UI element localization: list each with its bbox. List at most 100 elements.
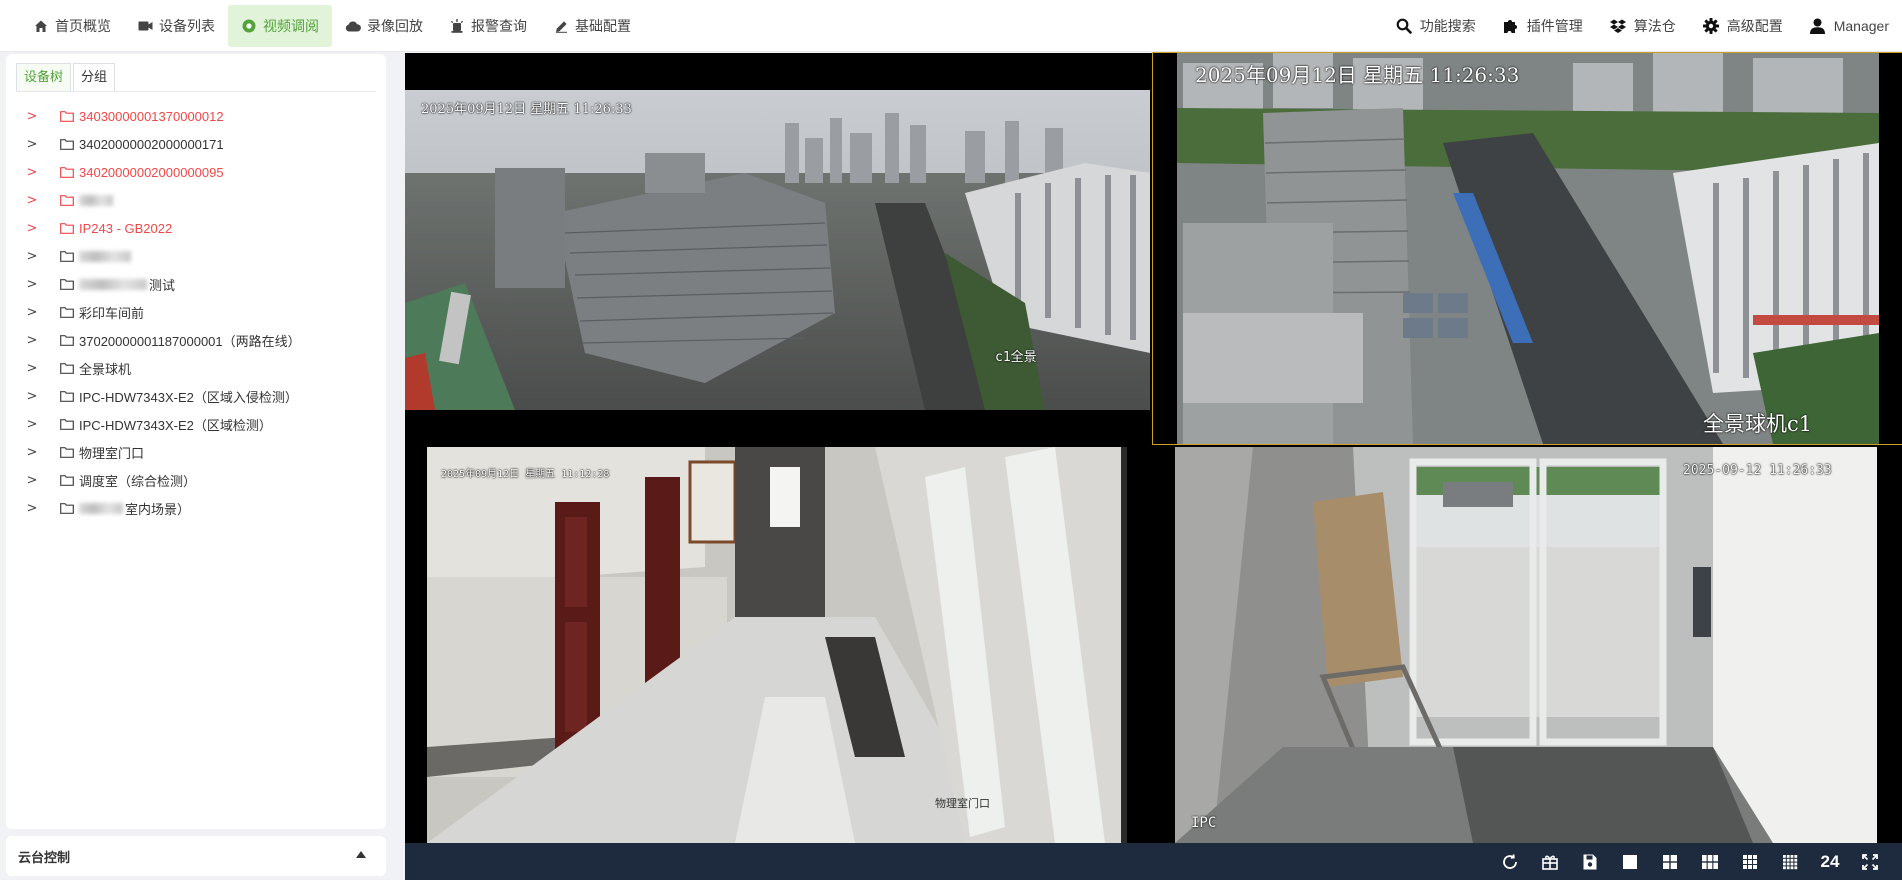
layout-1-button[interactable] <box>1610 843 1650 880</box>
chevron-right-icon[interactable]: > <box>24 473 40 488</box>
nav-algorithm-store[interactable]: 算法仓 <box>1596 5 1689 47</box>
chevron-right-icon[interactable]: > <box>24 249 40 264</box>
chevron-right-icon[interactable]: > <box>24 109 40 124</box>
tree-node[interactable]: > 测试 <box>14 270 378 298</box>
nav-device-list[interactable]: 设备列表 <box>124 5 228 47</box>
tree-node[interactable]: >34030000001370000012 <box>14 102 378 130</box>
folder-icon <box>60 138 74 150</box>
nav-advanced-config-label: 高级配置 <box>1726 18 1783 34</box>
video-window-4[interactable]: 2025-09-12 11:26:33 IPC <box>1153 447 1902 843</box>
tree-node[interactable]: > 室内场景） <box>14 494 378 522</box>
window-count[interactable]: 24 <box>1810 852 1850 872</box>
tree-node[interactable]: >37020000001187000001（两路在线） <box>14 326 378 354</box>
nav-algorithm-store-label: 算法仓 <box>1633 18 1676 34</box>
tree-node[interactable]: > 全景球机 <box>14 354 378 382</box>
tree-node-label: 34020000002000000095 <box>79 164 224 180</box>
nav-video-view-label: 视频调阅 <box>263 18 319 34</box>
tab-device-tree[interactable]: 设备树 <box>16 63 72 91</box>
layout-6-icon <box>1702 854 1718 869</box>
nav-user-menu[interactable]: Manager <box>1796 5 1902 47</box>
redacted-text <box>79 278 147 290</box>
nav-user-label: Manager <box>1833 18 1889 34</box>
video-window-2[interactable]: 2025年09月12日 星期五 11:26:33 全景球机c1 <box>1152 52 1902 445</box>
nav-advanced-config[interactable]: 高级配置 <box>1689 5 1796 47</box>
layout-6-button[interactable] <box>1690 843 1730 880</box>
video-window-3[interactable]: 2025年09月12日 星期五 11:12:28 物理室门口 <box>405 447 1150 843</box>
osd-time-2: 2025年09月12日 星期五 11:26:33 <box>1195 63 1520 87</box>
tree-node[interactable]: > 物理室门口 <box>14 438 378 466</box>
layout-4-button[interactable] <box>1650 843 1690 880</box>
nav-plugin-manage-label: 插件管理 <box>1526 18 1583 34</box>
folder-icon <box>60 474 74 486</box>
layout-tools: 24 <box>1490 843 1890 880</box>
chevron-right-icon[interactable]: > <box>24 193 40 208</box>
nav-video-view[interactable]: 视频调阅 <box>228 5 332 47</box>
nav-device-list-label: 设备列表 <box>159 18 215 34</box>
save-icon <box>1583 854 1597 869</box>
save-button[interactable] <box>1570 843 1610 880</box>
osd-label-3: 物理室门口 <box>935 797 990 810</box>
nav-playback[interactable]: 录像回放 <box>332 5 436 47</box>
folder-icon <box>60 250 74 262</box>
gear-icon <box>1702 17 1720 35</box>
tree-node-label: 测试 <box>149 277 176 293</box>
nav-basic-config[interactable]: 基础配置 <box>540 5 644 47</box>
tree-node[interactable]: > <box>14 186 378 214</box>
tree-node[interactable]: > IPC-HDW7343X-E2（区域入侵检测） <box>14 382 378 410</box>
folder-icon <box>60 306 74 318</box>
refresh-button[interactable] <box>1490 843 1530 880</box>
nav-alarm-query[interactable]: 报警查询 <box>436 5 540 47</box>
search-icon <box>1395 17 1413 35</box>
tree-node[interactable]: >34020000002000000171 <box>14 130 378 158</box>
tree-node-label: IPC-HDW7343X-E2（区域检测） <box>79 417 272 433</box>
tree-node-label: IPC-HDW7343X-E2（区域入侵检测） <box>79 389 298 405</box>
folder-icon <box>60 222 74 234</box>
tab-group[interactable]: 分组 <box>73 63 116 91</box>
nav-feature-search-label: 功能搜索 <box>1419 18 1476 34</box>
fullscreen-icon <box>1862 853 1878 870</box>
tree-node[interactable]: > IPC-HDW7343X-E2（区域检测） <box>14 410 378 438</box>
tree-node[interactable]: > <box>14 242 378 270</box>
nav-feature-search[interactable]: 功能搜索 <box>1382 5 1489 47</box>
gift-button[interactable] <box>1530 843 1570 880</box>
tree-node[interactable]: >34020000002000000095 <box>14 158 378 186</box>
ptz-control-label: 云台控制 <box>18 849 71 865</box>
ptz-control-panel[interactable]: 云台控制 <box>6 836 386 876</box>
folder-icon <box>60 362 74 374</box>
chevron-right-icon[interactable]: > <box>24 165 40 180</box>
device-tree: >34030000001370000012 >340200000020000001… <box>14 102 378 522</box>
tree-node[interactable]: > 调度室（综合检测） <box>14 466 378 494</box>
caret-up-icon[interactable] <box>356 851 366 858</box>
main-nav: 首页概览 设备列表 视频调阅 录像回放 报警查询 基础配置 <box>20 5 644 47</box>
chevron-right-icon[interactable]: > <box>24 417 40 432</box>
tree-node[interactable]: > 彩印车间前 <box>14 298 378 326</box>
chevron-right-icon[interactable]: > <box>24 501 40 516</box>
device-panel-tabs: 设备树 分组 <box>16 60 376 92</box>
osd-time-4: 2025-09-12 11:26:33 <box>1683 463 1832 478</box>
video-window-1[interactable]: 2025年09月12日 星期五 11:26:33 c1全景 <box>405 53 1150 444</box>
layout-16-button[interactable] <box>1770 843 1810 880</box>
nav-home[interactable]: 首页概览 <box>20 5 124 47</box>
nav-alarm-query-label: 报警查询 <box>471 18 527 34</box>
nav-playback-label: 录像回放 <box>367 18 423 34</box>
chevron-right-icon[interactable]: > <box>24 333 40 348</box>
refresh-icon <box>1503 853 1517 869</box>
chevron-right-icon[interactable]: > <box>24 305 40 320</box>
tree-node-label: IP243 - GB2022 <box>79 220 173 236</box>
tree-node-label: 全景球机 <box>79 361 132 377</box>
layout-9-button[interactable] <box>1730 843 1770 880</box>
chevron-right-icon[interactable]: > <box>24 445 40 460</box>
chevron-right-icon[interactable]: > <box>24 277 40 292</box>
chevron-right-icon[interactable]: > <box>24 137 40 152</box>
chevron-right-icon[interactable]: > <box>24 361 40 376</box>
folder-icon <box>60 502 74 514</box>
chevron-right-icon[interactable]: > <box>24 221 40 236</box>
redacted-text <box>79 250 131 262</box>
folder-icon <box>60 446 74 458</box>
fullscreen-button[interactable] <box>1850 843 1890 880</box>
nav-plugin-manage[interactable]: 插件管理 <box>1489 5 1596 47</box>
tree-node[interactable]: > IP243 - GB2022 <box>14 214 378 242</box>
folder-icon <box>60 194 74 206</box>
chevron-right-icon[interactable]: > <box>24 389 40 404</box>
gift-icon <box>1542 855 1558 870</box>
